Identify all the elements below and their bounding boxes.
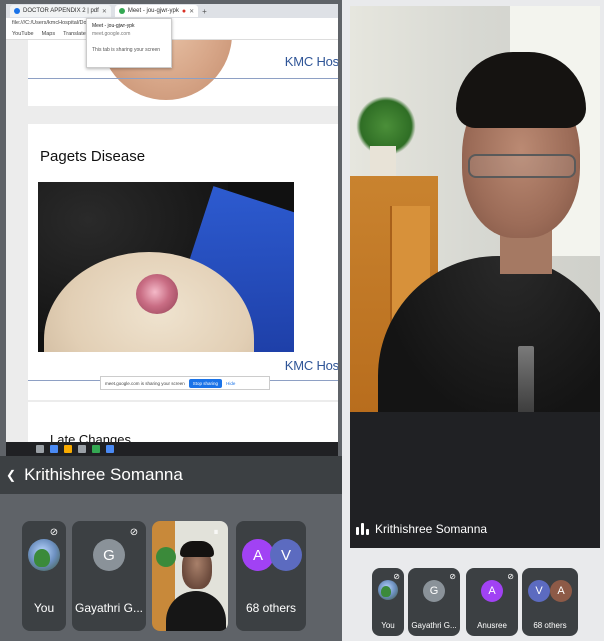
mic-off-icon: ⊘ <box>393 572 400 581</box>
presenter-bar: ❮ Krithishree Somanna <box>0 456 342 494</box>
audio-level-icon <box>356 523 369 535</box>
nipple-lesion <box>136 274 178 314</box>
participant-name: Gayathri G... <box>74 601 144 615</box>
participant-tile-others[interactable]: A V 68 others <box>236 521 306 631</box>
app-icon[interactable] <box>106 445 114 453</box>
participant-tile-gayathri[interactable]: G ⊘ Gayathri G... <box>408 568 460 636</box>
speaker-name-bar: Krithishree Somanna <box>356 522 487 536</box>
participant-name: You <box>381 621 395 630</box>
avatar <box>378 580 398 600</box>
share-notice-text: meet.google.com is sharing your screen <box>105 380 185 386</box>
browser-tab-label: DOCTOR APPENDIX 2 | pdf <box>23 8 99 14</box>
hospital-label: KMC Hosp <box>284 54 338 69</box>
hover-card-title: Meet - jou-gjwr-ypk <box>92 23 135 29</box>
participant-tile-gayathri[interactable]: ⊘ G Gayathri G... <box>72 521 146 631</box>
recording-icon: ● <box>181 7 187 15</box>
participant-tile-presenter-video[interactable]: ⏸ <box>152 521 228 631</box>
hospital-label: KMC Hosp <box>284 358 338 373</box>
meet-tab-icon <box>118 8 125 14</box>
avatar: V <box>528 580 550 602</box>
store-icon[interactable] <box>78 445 86 453</box>
participant-name: 68 others <box>533 621 567 630</box>
avatar <box>28 539 60 571</box>
glasses <box>468 154 576 178</box>
bookmarks-bar: YouTube Maps Translate <box>6 30 338 40</box>
participant-name: 68 others <box>245 601 297 615</box>
participant-tile-anusree[interactable]: A ⊘ Anusree <box>466 568 518 636</box>
mic-off-icon: ⊘ <box>449 572 456 581</box>
mic-off-icon: ⊘ <box>49 527 59 538</box>
mic-off-icon: ⊘ <box>129 527 139 538</box>
hover-card-hint: This tab is sharing your screen <box>92 47 161 53</box>
bookmark-maps[interactable]: Maps <box>42 31 55 38</box>
browser-tab-strip: DOCTOR APPENDIX 2 | pdf ✕ Meet - jou-gjw… <box>6 4 338 18</box>
participant-tile-others[interactable]: V A 68 others <box>522 568 578 636</box>
close-icon[interactable]: ✕ <box>189 8 194 15</box>
participant-name: You <box>33 601 55 615</box>
address-bar[interactable]: file:///C:/Users/kmcHospital/Downloads/D… <box>6 18 338 30</box>
participant-tile-you[interactable]: ⊘ You <box>372 568 404 636</box>
folder-icon[interactable] <box>64 445 72 453</box>
screen-share-notice: meet.google.com is sharing your screen S… <box>100 376 270 390</box>
avatar: A <box>481 580 503 602</box>
chrome-icon[interactable] <box>92 445 100 453</box>
stop-sharing-button[interactable]: Stop sharing <box>188 378 223 388</box>
slide-current: Pagets Disease KMC Hosp <box>28 124 338 400</box>
hover-card-url: meet.google.com <box>92 31 131 37</box>
bookmark-translate[interactable]: Translate <box>63 31 86 38</box>
slide-previous: KMC Hosp <box>28 40 338 106</box>
presenting-icon: ❮ <box>6 468 17 482</box>
close-icon[interactable]: ✕ <box>102 8 107 15</box>
slide-divider <box>28 78 338 79</box>
speaker-video[interactable] <box>350 6 600 412</box>
slide-title: Pagets Disease <box>40 148 146 165</box>
clinical-photo <box>38 182 294 352</box>
tab-hover-card: Meet - jou-gjwr-ypk meet.google.com This… <box>86 18 172 68</box>
avatar: A <box>550 580 572 602</box>
slide-title: Late Changes <box>50 432 131 442</box>
bookmark-youtube[interactable]: YouTube <box>12 31 34 38</box>
browser-tab-meet[interactable]: Meet - jou-gjwr-ypk ● ✕ <box>114 5 199 17</box>
browser-tab-pdf[interactable]: DOCTOR APPENDIX 2 | pdf ✕ <box>10 5 111 17</box>
slide-next: Late Changes <box>28 402 338 442</box>
audio-level-icon: ⏸ <box>213 527 219 538</box>
avatar: V <box>270 539 302 571</box>
edge-icon[interactable] <box>50 445 58 453</box>
hide-button[interactable]: Hide <box>226 381 235 386</box>
speaker-name: Krithishree Somanna <box>375 522 488 536</box>
participant-name: Anusree <box>477 621 507 630</box>
pdf-tab-icon <box>14 8 20 14</box>
participant-name: Gayathri G... <box>411 621 457 630</box>
plant-shape <box>156 547 176 567</box>
participant-tile-you[interactable]: ⊘ You <box>22 521 66 631</box>
avatar: G <box>93 539 125 571</box>
windows-taskbar <box>6 442 338 456</box>
search-icon[interactable] <box>36 445 44 453</box>
presenter-name: Krithishree Somanna <box>24 465 183 484</box>
mic-off-icon: ⊘ <box>507 572 514 581</box>
new-tab-icon[interactable]: + <box>202 7 207 16</box>
browser-tab-label: Meet - jou-gjwr-ypk <box>127 8 179 14</box>
avatar: G <box>423 580 445 602</box>
